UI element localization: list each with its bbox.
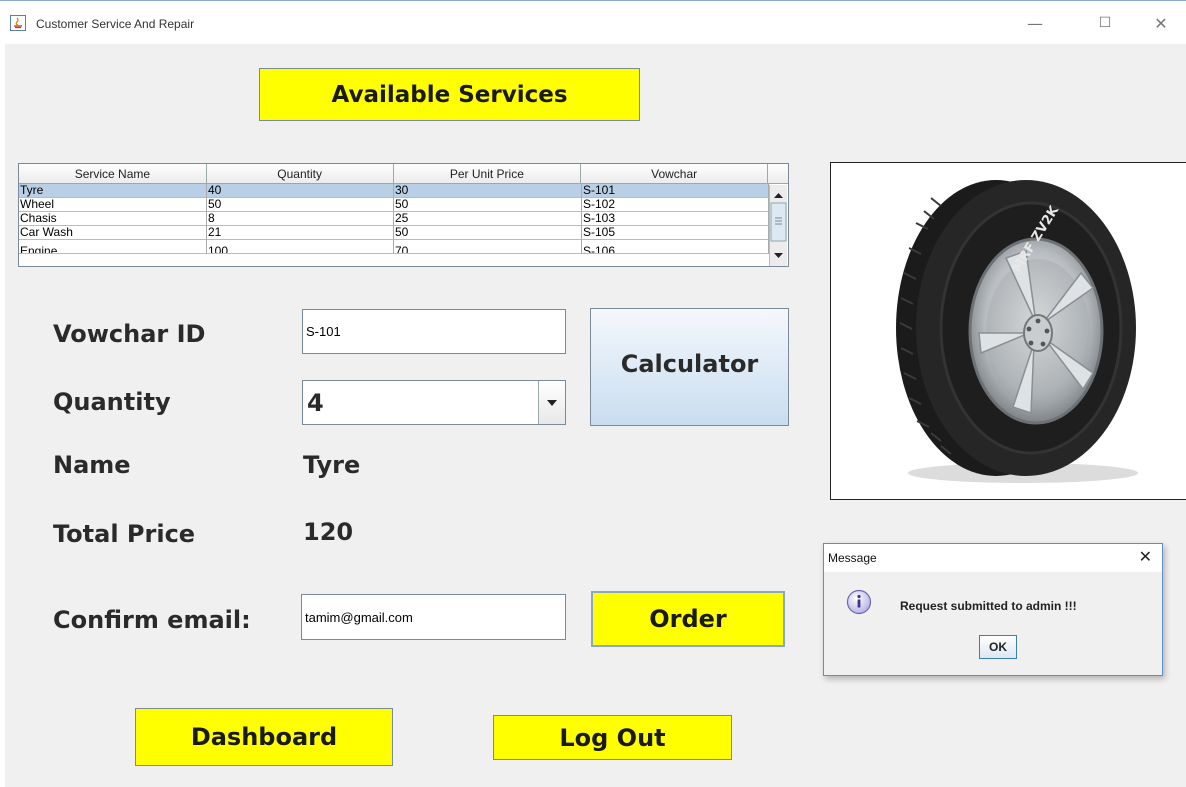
table-row[interactable]: Chasis 8 25 S-103 (19, 212, 788, 226)
table-cell: 50 (207, 198, 394, 212)
chevron-down-icon (547, 399, 557, 406)
info-icon (846, 589, 872, 615)
column-header-vowchar[interactable]: Vowchar (581, 164, 768, 184)
message-dialog: Message ✕ Request submitted to admin !!!… (823, 543, 1163, 676)
table-row[interactable]: Car Wash 21 50 S-105 (19, 226, 788, 240)
table-cell: S-102 (582, 198, 769, 212)
table-scrollbar[interactable] (769, 185, 787, 266)
table-cell: 30 (394, 184, 582, 198)
maximize-button[interactable]: ☐ (1085, 9, 1125, 37)
column-header-corner (768, 164, 788, 184)
name-label: Name (53, 451, 131, 479)
java-app-icon (10, 15, 26, 31)
title-bar: Customer Service And Repair — ☐ ✕ (0, 0, 1186, 45)
scroll-thumb (770, 202, 787, 242)
table-cell: 8 (207, 212, 394, 226)
column-header-service-name[interactable]: Service Name (19, 164, 207, 184)
dialog-message: Request submitted to admin !!! (900, 599, 1077, 613)
scroll-down-arrow-icon (774, 253, 783, 258)
table-body: Tyre 40 30 S-101 Wheel 50 50 S-102 Chasi… (19, 184, 788, 254)
table-cell: S-106 (582, 240, 769, 254)
vowchar-id-label: Vowchar ID (53, 320, 206, 348)
table-cell: S-101 (582, 184, 769, 198)
table-cell: S-103 (582, 212, 769, 226)
tyre-image-panel: MRF ZV2K (830, 162, 1186, 500)
dashboard-button[interactable]: Dashboard (135, 708, 393, 766)
close-button[interactable]: ✕ (1141, 9, 1181, 37)
table-cell: Engine (19, 240, 207, 254)
services-table[interactable]: Service Name Quantity Per Unit Price Vow… (18, 163, 789, 267)
logout-button[interactable]: Log Out (493, 715, 732, 760)
table-cell: 50 (394, 198, 582, 212)
total-price-value: 120 (303, 518, 354, 546)
scrollbar-graphics (770, 193, 787, 258)
column-header-unit-price[interactable]: Per Unit Price (393, 164, 582, 184)
total-price-label: Total Price (53, 520, 196, 548)
table-header: Service Name Quantity Per Unit Price Vow… (19, 164, 788, 184)
table-cell: S-105 (582, 226, 769, 240)
table-row[interactable]: Wheel 50 50 S-102 (19, 198, 788, 212)
table-row[interactable]: Engine 100 70 S-106 (19, 240, 788, 254)
calculator-button[interactable]: Calculator (590, 308, 789, 426)
table-cell: 50 (394, 226, 582, 240)
dialog-title: Message (828, 551, 877, 565)
table-cell: Tyre (19, 184, 207, 198)
quantity-label: Quantity (53, 388, 171, 416)
window-title: Customer Service And Repair (36, 17, 195, 31)
column-header-quantity[interactable]: Quantity (206, 164, 394, 184)
table-cell: 70 (394, 240, 582, 254)
table-cell: 100 (207, 240, 394, 254)
table-cell: Chasis (19, 212, 207, 226)
quantity-selected-value: 4 (307, 388, 324, 417)
scroll-up-arrow-icon (774, 193, 783, 198)
table-cell: 25 (394, 212, 582, 226)
table-row[interactable]: Tyre 40 30 S-101 (19, 184, 788, 198)
table-cell: Car Wash (19, 226, 207, 240)
tyre-image: MRF ZV2K (896, 180, 1138, 483)
available-services-header: Available Services (259, 68, 640, 121)
dropdown-arrow-button[interactable] (538, 381, 565, 424)
minimize-button[interactable]: — (1015, 9, 1055, 37)
confirm-email-input[interactable]: tamim@gmail.com (301, 594, 566, 640)
table-cell: 21 (207, 226, 394, 240)
confirm-email-label: Confirm email: (53, 606, 251, 634)
dialog-close-button[interactable]: ✕ (1139, 547, 1152, 566)
name-value: Tyre (303, 451, 361, 479)
table-cell: Wheel (19, 198, 207, 212)
order-button[interactable]: Order (591, 591, 785, 647)
dialog-title-bar: Message ✕ (824, 544, 1162, 572)
dialog-ok-button[interactable]: OK (979, 635, 1017, 659)
table-cell: 40 (207, 184, 394, 198)
quantity-select[interactable]: 4 (302, 380, 566, 425)
vowchar-id-input[interactable]: S-101 (302, 309, 566, 354)
